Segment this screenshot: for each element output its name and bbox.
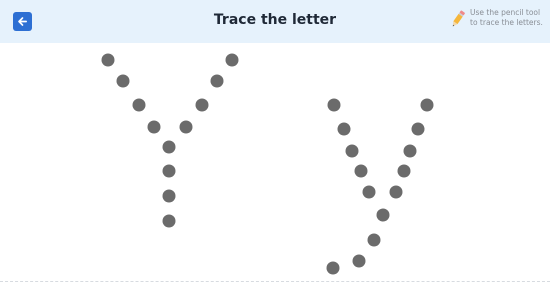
trace-letter-page: Trace the letter Use the pencil tool to … xyxy=(0,0,550,283)
trace-dot-lower-y[interactable] xyxy=(337,122,351,136)
trace-dot-lower-y[interactable] xyxy=(367,233,381,247)
trace-dot-upper-y[interactable] xyxy=(162,189,176,203)
trace-dot-upper-y[interactable] xyxy=(101,53,115,67)
tracing-canvas[interactable] xyxy=(0,43,550,283)
header-bar: Trace the letter Use the pencil tool to … xyxy=(0,0,550,43)
trace-dot-lower-y[interactable] xyxy=(411,122,425,136)
trace-dot-lower-y[interactable] xyxy=(420,98,434,112)
trace-dot-upper-y[interactable] xyxy=(162,214,176,228)
trace-dot-lower-y[interactable] xyxy=(345,144,359,158)
trace-dot-upper-y[interactable] xyxy=(210,74,224,88)
trace-dot-upper-y[interactable] xyxy=(116,74,130,88)
back-button[interactable] xyxy=(13,12,32,31)
trace-dot-lower-y[interactable] xyxy=(376,208,390,222)
trace-dot-lower-y[interactable] xyxy=(362,185,376,199)
trace-dot-upper-y[interactable] xyxy=(147,120,161,134)
trace-dot-lower-y[interactable] xyxy=(389,185,403,199)
hint-line-1: Use the pencil tool xyxy=(470,8,541,17)
pencil-hint: Use the pencil tool to trace the letters… xyxy=(450,8,550,34)
hint-text: Use the pencil tool to trace the letters… xyxy=(470,8,550,28)
trace-dot-upper-y[interactable] xyxy=(162,164,176,178)
baseline-guide xyxy=(0,281,550,282)
trace-dot-lower-y[interactable] xyxy=(327,98,341,112)
trace-dot-lower-y[interactable] xyxy=(326,261,340,275)
trace-dot-upper-y[interactable] xyxy=(132,98,146,112)
trace-dot-upper-y[interactable] xyxy=(179,120,193,134)
trace-dot-lower-y[interactable] xyxy=(352,254,366,268)
arrow-left-icon xyxy=(18,17,27,26)
trace-dot-lower-y[interactable] xyxy=(403,144,417,158)
pencil-icon xyxy=(452,10,465,27)
trace-dot-upper-y[interactable] xyxy=(162,140,176,154)
trace-dot-upper-y[interactable] xyxy=(195,98,209,112)
hint-line-2: to trace the letters. xyxy=(470,18,543,27)
trace-dot-lower-y[interactable] xyxy=(397,164,411,178)
trace-dot-upper-y[interactable] xyxy=(225,53,239,67)
trace-dot-lower-y[interactable] xyxy=(354,164,368,178)
